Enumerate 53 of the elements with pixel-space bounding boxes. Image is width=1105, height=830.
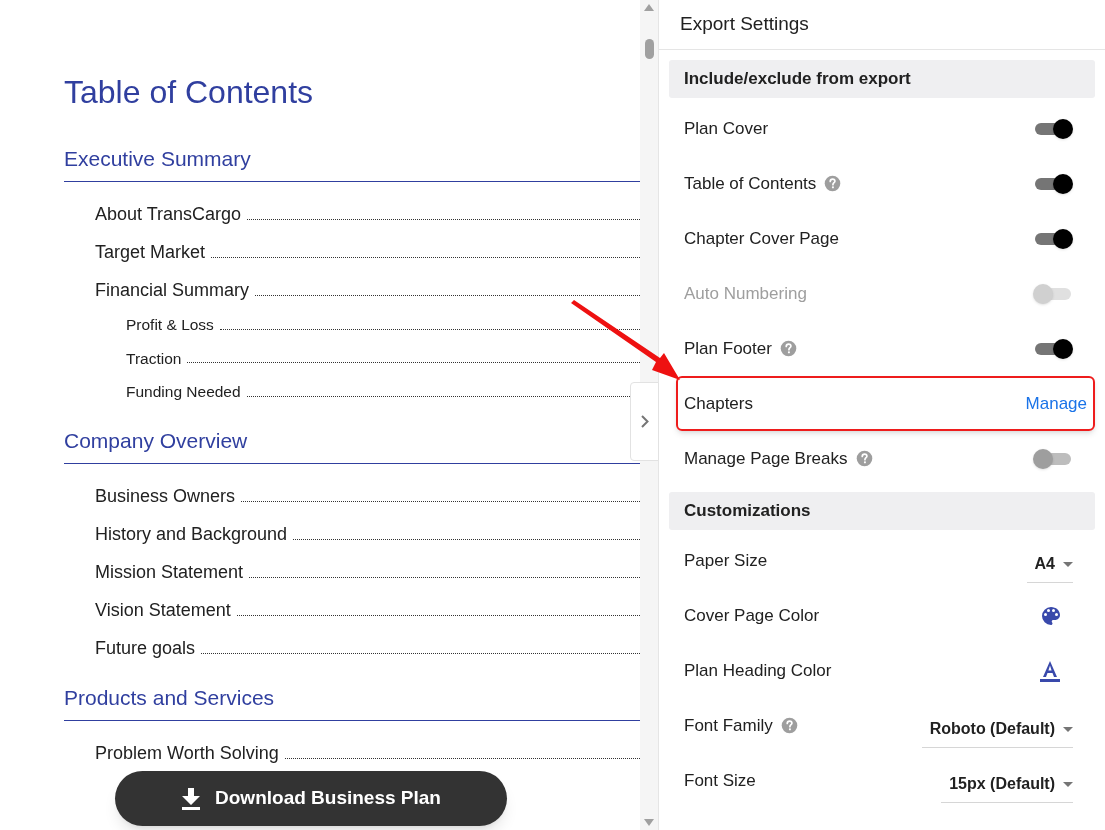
toc-entry[interactable]: Business Owners: [95, 486, 242, 506]
group-header: Include/exclude from export: [669, 60, 1095, 98]
caret-icon: [1063, 781, 1073, 787]
chevron-right-icon: [640, 415, 649, 428]
select-dropdown[interactable]: A4: [1026, 546, 1073, 583]
help-icon[interactable]: [855, 450, 873, 467]
help-icon[interactable]: [779, 340, 797, 357]
toc-entry[interactable]: Vision Statement: [95, 600, 237, 620]
caret-icon: [1063, 561, 1073, 567]
select-dropdown[interactable]: 15px (Default): [941, 766, 1073, 803]
toggle-switch[interactable]: [1033, 118, 1073, 139]
panel-title: Export Settings: [680, 12, 809, 37]
group-header: Customizations: [669, 492, 1095, 530]
setting-label: Paper Size: [684, 549, 768, 572]
toc-entry[interactable]: Target Market: [95, 243, 212, 262]
setting-label: Plan Cover: [684, 117, 769, 140]
toc-entry[interactable]: History and Background: [95, 524, 294, 544]
section-heading: Company Overview: [64, 429, 248, 451]
scroll-down-icon[interactable]: [644, 819, 654, 826]
toc-entry[interactable]: Funding Needed: [126, 384, 247, 401]
help-icon[interactable]: [780, 717, 798, 734]
manage-link[interactable]: Manage: [1025, 390, 1087, 417]
toc-entry[interactable]: Problem Worth Solving: [95, 743, 285, 763]
toggle-switch[interactable]: [1033, 448, 1073, 469]
scrollbar-thumb[interactable]: [644, 39, 654, 59]
download-icon: [181, 787, 202, 810]
section-heading: Products and Services: [64, 686, 275, 708]
toggle-switch[interactable]: [1033, 173, 1073, 194]
toc-entry[interactable]: Profit & Loss: [126, 317, 220, 334]
download-button[interactable]: Download Business Plan: [115, 771, 507, 826]
setting-label: Chapters: [684, 392, 753, 415]
toc-entry[interactable]: Mission Statement: [95, 562, 250, 582]
setting-label: Plan Heading Color: [684, 659, 832, 682]
toc-entry[interactable]: About TransCargo: [95, 205, 248, 224]
setting-label: Auto Numbering: [684, 282, 807, 305]
setting-label: Chapter Cover Page: [684, 227, 839, 250]
setting-label: Table of Contents: [684, 172, 817, 195]
setting-label: Manage Page Breaks: [684, 447, 848, 470]
select-dropdown[interactable]: Roboto (Default): [921, 711, 1073, 748]
document-title: Table of Contents: [64, 73, 315, 112]
toc-entry[interactable]: Future goals: [95, 638, 202, 658]
setting-label: Cover Page Color: [684, 604, 820, 627]
toc-entry[interactable]: Traction: [126, 350, 188, 367]
help-icon[interactable]: [824, 175, 842, 192]
toggle-switch[interactable]: [1033, 338, 1073, 359]
setting-label: Font Size: [684, 769, 756, 792]
toc-entry[interactable]: Financial Summary: [95, 281, 256, 300]
caret-icon: [1063, 726, 1073, 732]
section-heading: Executive Summary: [64, 148, 251, 169]
toggle-switch[interactable]: [1033, 228, 1073, 249]
setting-label: Plan Footer: [684, 337, 772, 360]
setting-label: Font Family: [684, 714, 773, 737]
scroll-up-icon[interactable]: [644, 4, 654, 11]
